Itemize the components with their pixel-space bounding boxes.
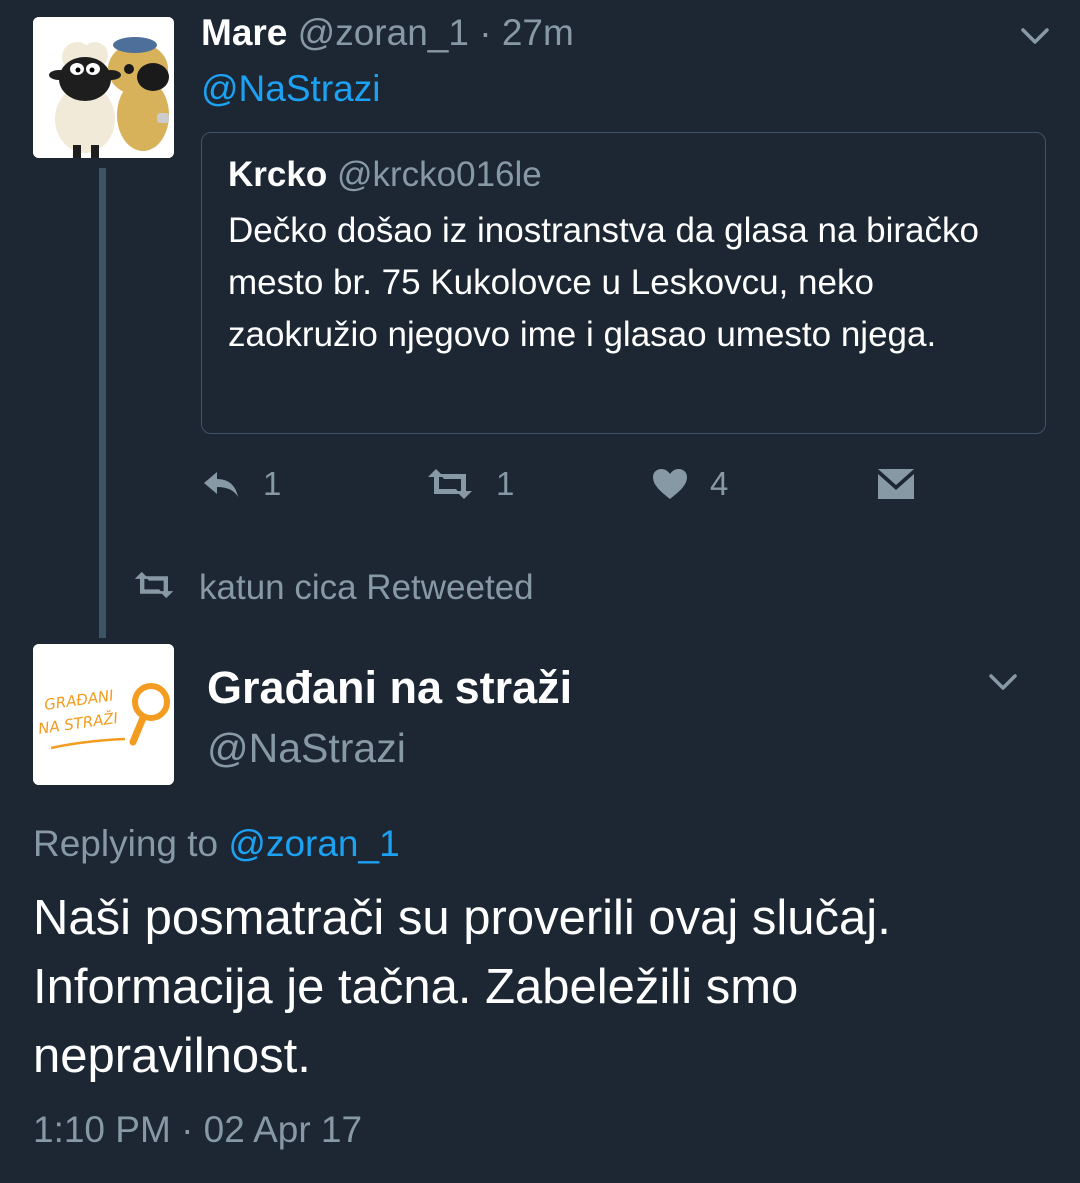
quoted-author-name: Krcko — [228, 155, 328, 194]
tweet-text: Naši posmatrači su proverili ovaj slučaj… — [33, 891, 891, 1083]
quoted-author-handle: @krcko016le — [336, 155, 542, 194]
like-button[interactable]: 4 — [652, 462, 728, 506]
replying-handle-link[interactable]: @zoran_1 — [228, 823, 399, 864]
author-name[interactable]: Građani na straži — [207, 660, 572, 716]
retweet-icon — [133, 568, 175, 608]
quoted-tweet-text: Dečko došao iz inostranstva da glasa na … — [228, 211, 979, 354]
like-count: 4 — [710, 465, 729, 502]
time-separator: · — [479, 12, 492, 53]
reply-icon — [201, 469, 241, 499]
shaun-the-sheep-avatar — [33, 17, 174, 158]
quoted-tweet[interactable]: Krcko @krcko016le Dečko došao iz inostra… — [201, 132, 1046, 434]
reply-count: 1 — [263, 465, 282, 502]
author-handle[interactable]: @zoran_1 — [298, 12, 469, 53]
retweet-context-text[interactable]: katun cica Retweeted — [199, 568, 534, 608]
replying-prefix: Replying to — [33, 823, 219, 864]
tweet-timestamp: 1:10 PM · 02 Apr 17 — [33, 1109, 363, 1150]
gradjani-na-strazi-logo: GRAĐANI NA STRAŽI — [33, 644, 174, 785]
retweet-context: katun cica Retweeted — [133, 566, 534, 610]
direct-message-icon — [877, 468, 915, 500]
retweet-icon — [426, 469, 474, 499]
avatar[interactable]: GRAĐANI NA STRAŽI — [33, 644, 174, 785]
retweet-button[interactable]: 1 — [426, 462, 514, 506]
author-name[interactable]: Mare — [201, 12, 287, 53]
author-handle[interactable]: @NaStrazi — [207, 722, 406, 774]
tweet-age: 27m — [501, 12, 574, 53]
avatar[interactable] — [33, 17, 174, 158]
mention-link[interactable]: @NaStrazi — [201, 66, 380, 112]
quoted-tweet-header: Krcko @krcko016le — [228, 153, 542, 197]
chevron-down-icon[interactable] — [1020, 24, 1050, 48]
replying-to: Replying to @zoran_1 — [33, 820, 400, 868]
direct-message-button[interactable] — [877, 462, 915, 506]
reply-button[interactable]: 1 — [201, 462, 281, 506]
tweet-header: Mare @zoran_1 · 27m — [201, 10, 574, 56]
thread-connector-line — [99, 168, 106, 638]
chevron-down-icon[interactable] — [988, 670, 1018, 694]
retweet-count: 1 — [496, 465, 515, 502]
heart-icon — [652, 468, 688, 500]
